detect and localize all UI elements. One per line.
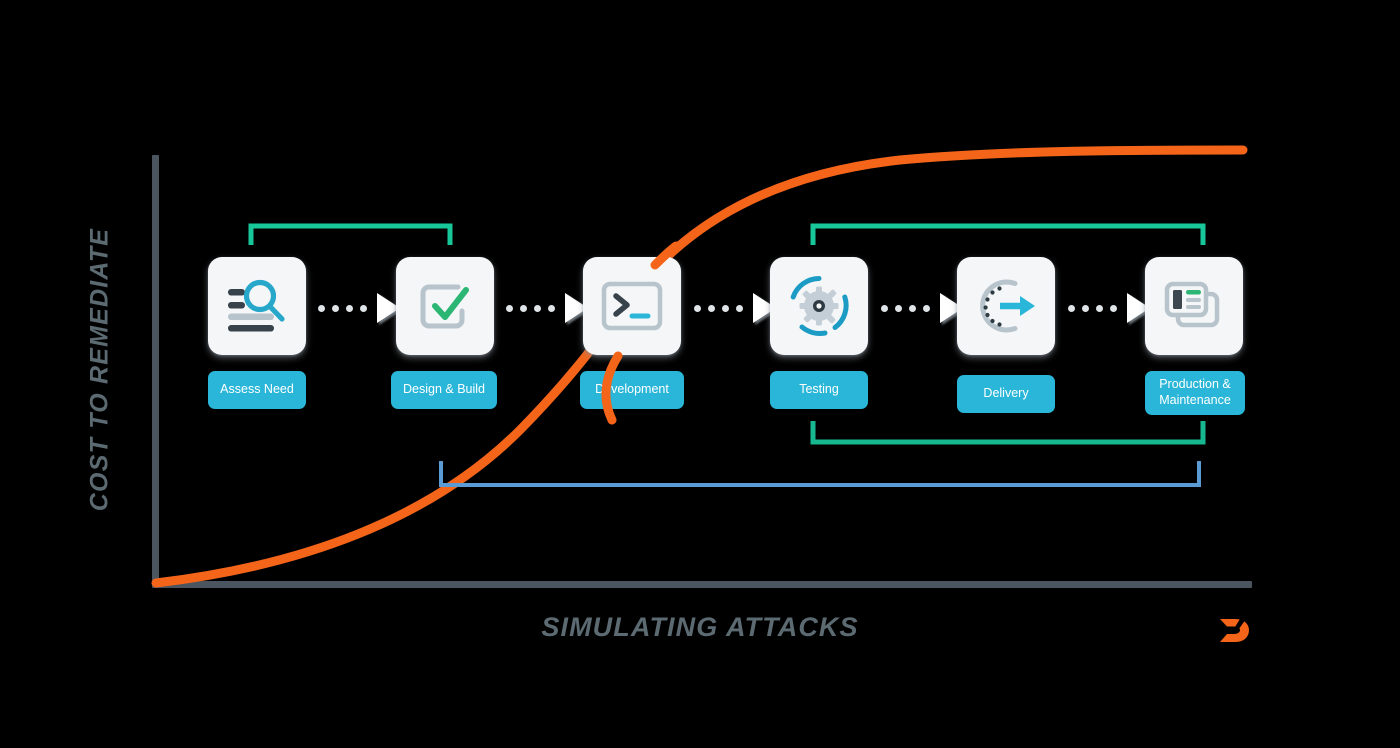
connector-dot [548,304,555,312]
connector-dot [346,304,353,312]
stage-pill-production-maintenance[interactable]: Production & Maintenance [1145,371,1245,415]
stage-label-delivery: Delivery [983,386,1029,401]
stage-pill-design-build[interactable]: Design & Build [391,371,497,409]
stage-pill-testing[interactable]: Testing [770,371,868,409]
stage-label-production-line2: Maintenance [1159,393,1231,407]
connector-dot [909,304,916,312]
stage-label-development: Development [595,382,669,397]
connector-dot [722,304,729,312]
terminal-prompt-icon [601,281,663,331]
connector-dot [895,304,902,312]
connector-dot [736,304,743,312]
connector-4 [881,293,963,323]
sdlc-pipeline: Assess Need Design & Build Development T… [0,0,1400,748]
connector-dot [360,304,367,312]
document-search-icon [228,279,285,332]
connector-dot [1082,304,1089,312]
stage-card-design-build[interactable] [396,257,494,355]
checklist-approved-icon [420,284,469,329]
stage-card-testing[interactable] [770,257,868,355]
stage-pill-assess-need[interactable]: Assess Need [208,371,306,409]
stage-label-assess-need: Assess Need [220,382,294,397]
connector-dot [881,304,888,312]
connector-dot [318,304,325,312]
connector-dot [923,304,930,312]
stage-pill-development[interactable]: Development [580,371,684,409]
connector-dot [1068,304,1075,312]
connector-2 [506,293,588,323]
clock-arrow-deploy-icon [980,279,1035,333]
stage-label-testing: Testing [799,382,839,397]
brand-logo-icon[interactable] [1218,615,1250,645]
connector-dot [1096,304,1103,312]
news-pages-icon [1164,281,1220,328]
stage-card-development[interactable] [583,257,681,355]
connector-dot [506,304,513,312]
stage-label-production-line1: Production & [1159,377,1231,392]
diagram-canvas: COST TO REMEDIATE SIMULATING ATTACKS Ass… [0,0,1400,748]
stage-pill-delivery[interactable]: Delivery [957,375,1055,413]
connector-dot [1110,304,1117,312]
stage-card-delivery[interactable] [957,257,1055,355]
connector-dot [708,304,715,312]
stage-label-design-build: Design & Build [403,382,485,397]
connector-dot [694,304,701,312]
gear-cycle-icon [790,276,849,336]
connector-dot [520,304,527,312]
connector-dot [332,304,339,312]
connector-dot [534,304,541,312]
connector-1 [318,293,400,323]
stage-card-assess-need[interactable] [208,257,306,355]
stage-card-production-maintenance[interactable] [1145,257,1243,355]
connector-3 [694,293,776,323]
connector-5 [1068,293,1150,323]
